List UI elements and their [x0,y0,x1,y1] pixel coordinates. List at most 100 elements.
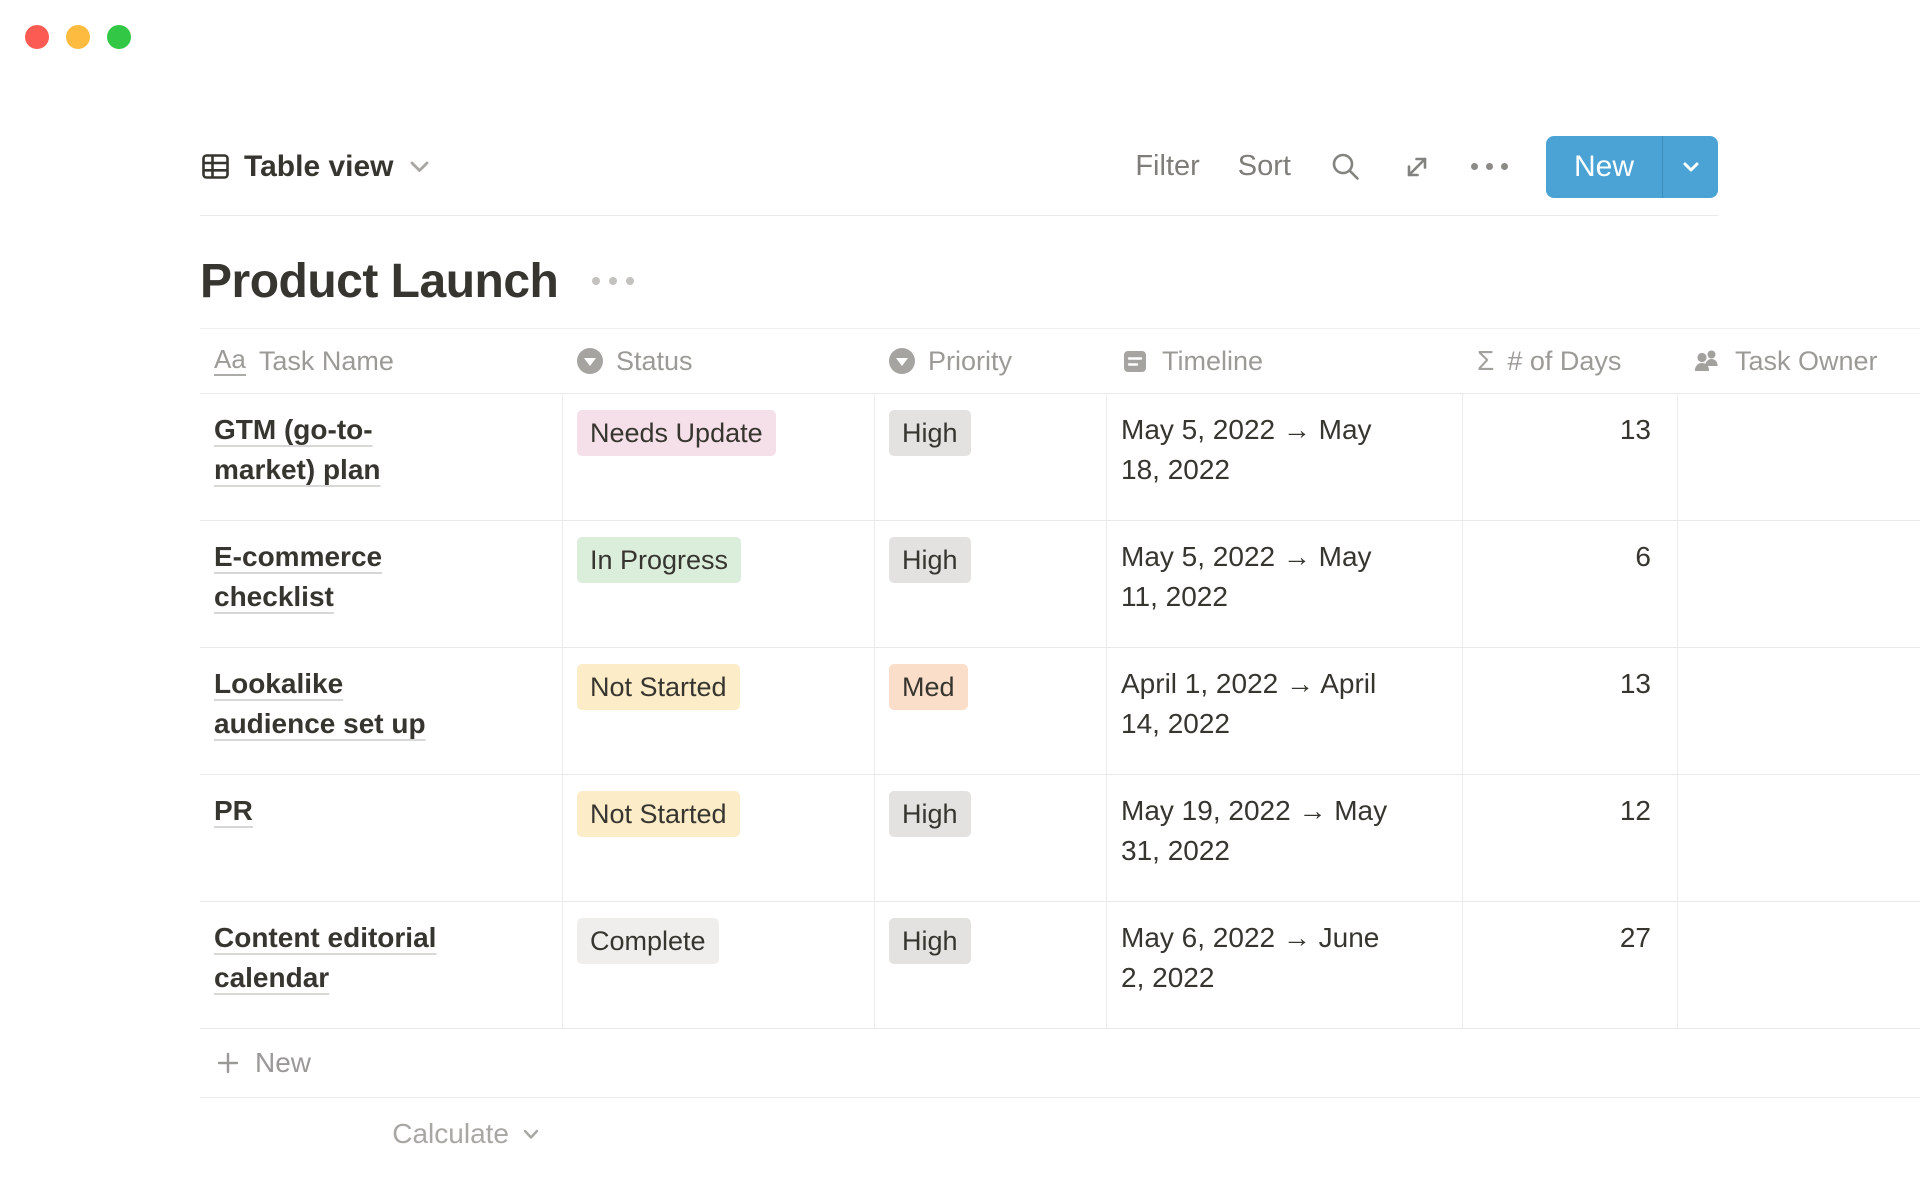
calculate-button[interactable]: Calculate [200,1098,563,1170]
status-badge: Needs Update [577,410,776,456]
task-name-text: E-commerce checklist [214,537,464,617]
column-label: Timeline [1162,346,1263,377]
timeline-text: May 5, 2022 → May 18, 2022 [1121,410,1393,490]
page-menu-icon[interactable] [592,277,634,285]
priority-badge: High [889,791,971,837]
task-owner-cell[interactable] [1678,775,1920,901]
task-name-text: PR [214,791,253,831]
timeline-text: May 6, 2022 → June 2, 2022 [1121,918,1393,998]
table-view-icon [200,151,231,182]
app-window: Table view Filter Sort [0,0,1920,1170]
days-cell[interactable]: 13 [1463,648,1678,774]
status-badge: In Progress [577,537,741,583]
column-label: Task Name [259,346,394,377]
task-owner-cell[interactable] [1678,394,1920,520]
task-owner-cell[interactable] [1678,648,1920,774]
zoom-window-button[interactable] [107,25,131,49]
new-row-button[interactable]: New [200,1029,1920,1098]
new-split-button: New [1546,136,1718,198]
page-title[interactable]: Product Launch [200,254,558,309]
task-table: Aa Task Name Status Priority [200,328,1920,1170]
close-window-button[interactable] [25,25,49,49]
timeline-text: April 1, 2022 → April 14, 2022 [1121,664,1393,744]
window-controls [25,25,131,49]
timeline-cell[interactable]: May 5, 2022 → May 18, 2022 [1107,394,1463,520]
view-label: Table view [244,150,394,184]
priority-cell[interactable]: Med [875,648,1107,774]
chevron-down-icon [519,1122,543,1146]
status-badge: Complete [577,918,719,964]
days-value: 13 [1620,414,1651,445]
days-cell[interactable]: 12 [1463,775,1678,901]
table-row: GTM (go-to-market) plan Needs Update Hig… [200,394,1920,521]
status-badge: Not Started [577,791,740,837]
days-cell[interactable]: 27 [1463,902,1678,1028]
task-name-text: GTM (go-to-market) plan [214,410,464,490]
column-header-task-owner[interactable]: Task Owner [1678,329,1920,393]
column-label: # of Days [1507,346,1621,377]
chevron-down-icon [407,154,432,179]
table-row: Content editorial calendar Complete High… [200,902,1920,1029]
task-name-cell[interactable]: PR [200,775,563,901]
search-icon[interactable] [1329,150,1363,184]
priority-badge: High [889,918,971,964]
task-owner-cell[interactable] [1678,902,1920,1028]
calendar-icon [1121,347,1149,375]
status-cell[interactable]: Not Started [563,775,875,901]
expand-icon[interactable] [1401,151,1433,183]
status-cell[interactable]: Needs Update [563,394,875,520]
column-header-task-name[interactable]: Aa Task Name [200,329,563,393]
status-badge: Not Started [577,664,740,710]
page-content: Table view Filter Sort [0,0,1920,1170]
task-name-cell[interactable]: Lookalike audience set up [200,648,563,774]
task-name-cell[interactable]: E-commerce checklist [200,521,563,647]
new-dropdown-button[interactable] [1662,136,1718,198]
plus-icon [214,1049,242,1077]
view-switcher[interactable]: Table view [200,150,432,184]
toolbar-actions: Filter Sort New [1135,136,1718,198]
column-label: Status [616,346,693,377]
people-icon [1692,346,1722,376]
title-row: Product Launch [200,252,1920,310]
title-property-icon: Aa [214,346,246,376]
column-header-days[interactable]: Σ # of Days [1463,329,1678,393]
priority-cell[interactable]: High [875,902,1107,1028]
priority-cell[interactable]: High [875,775,1107,901]
status-cell[interactable]: Not Started [563,648,875,774]
timeline-cell[interactable]: May 5, 2022 → May 11, 2022 [1107,521,1463,647]
column-header-priority[interactable]: Priority [875,329,1107,393]
minimize-window-button[interactable] [66,25,90,49]
column-header-timeline[interactable]: Timeline [1107,329,1463,393]
more-options-icon[interactable] [1471,163,1508,170]
status-cell[interactable]: Complete [563,902,875,1028]
table-row: PR Not Started High May 19, 2022 → May 3… [200,775,1920,902]
task-name-cell[interactable]: Content editorial calendar [200,902,563,1028]
view-toolbar: Table view Filter Sort [200,118,1718,216]
select-property-icon [889,348,915,374]
timeline-text: May 5, 2022 → May 11, 2022 [1121,537,1393,617]
priority-badge: High [889,537,971,583]
column-label: Task Owner [1735,346,1878,377]
priority-badge: Med [889,664,968,710]
status-cell[interactable]: In Progress [563,521,875,647]
days-value: 13 [1620,668,1651,699]
timeline-cell[interactable]: April 1, 2022 → April 14, 2022 [1107,648,1463,774]
calculate-label: Calculate [392,1118,509,1150]
days-cell[interactable]: 6 [1463,521,1678,647]
days-value: 27 [1620,922,1651,953]
sort-button[interactable]: Sort [1238,150,1291,183]
filter-button[interactable]: Filter [1135,150,1199,183]
task-owner-cell[interactable] [1678,521,1920,647]
timeline-cell[interactable]: May 19, 2022 → May 31, 2022 [1107,775,1463,901]
task-name-text: Lookalike audience set up [214,664,464,744]
column-label: Priority [928,346,1012,377]
priority-cell[interactable]: High [875,521,1107,647]
column-header-status[interactable]: Status [563,329,875,393]
new-row-label: New [255,1047,311,1079]
priority-cell[interactable]: High [875,394,1107,520]
days-cell[interactable]: 13 [1463,394,1678,520]
new-button[interactable]: New [1546,136,1662,198]
table-row: E-commerce checklist In Progress High Ma… [200,521,1920,648]
task-name-cell[interactable]: GTM (go-to-market) plan [200,394,563,520]
timeline-cell[interactable]: May 6, 2022 → June 2, 2022 [1107,902,1463,1028]
